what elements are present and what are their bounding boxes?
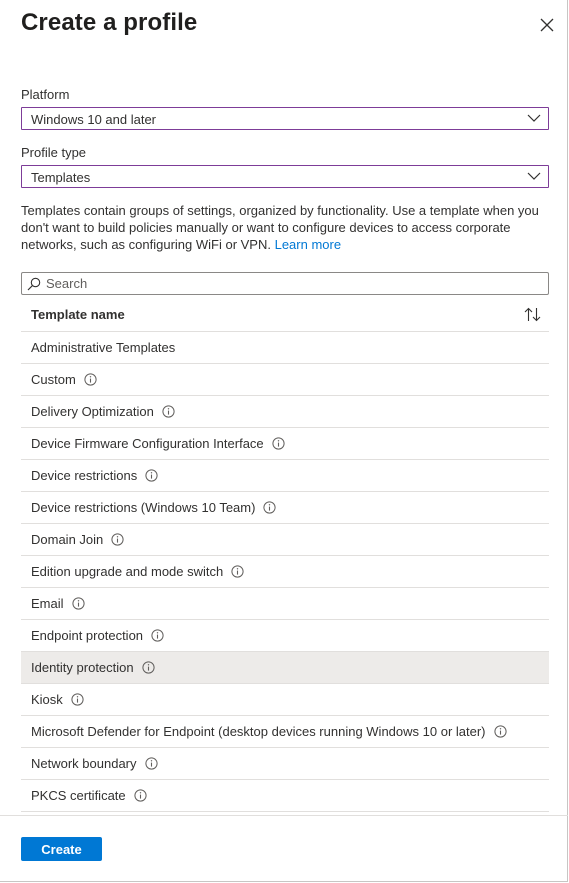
table-row[interactable]: Microsoft Defender for Endpoint (desktop… — [21, 716, 549, 748]
table-row[interactable]: Network boundary — [21, 748, 549, 780]
profile-type-dropdown[interactable]: Templates — [21, 165, 549, 188]
table-header: Template name — [21, 298, 549, 332]
info-icon[interactable] — [71, 597, 85, 610]
platform-label: Platform — [21, 87, 70, 102]
table-row[interactable]: Device restrictions — [21, 460, 549, 492]
info-icon[interactable] — [145, 469, 158, 482]
template-name: Administrative Templates — [31, 340, 176, 355]
create-button[interactable]: Create — [21, 837, 102, 861]
page-title: Create a profile — [21, 9, 198, 36]
search-input[interactable] — [46, 274, 541, 293]
template-name: Device restrictions — [31, 468, 138, 483]
template-name: Microsoft Defender for Endpoint (desktop… — [31, 724, 486, 739]
info-icon[interactable] — [84, 373, 97, 386]
table-row[interactable]: Endpoint protection — [21, 620, 549, 652]
sort-icon[interactable] — [524, 307, 541, 322]
search-icon — [27, 277, 41, 291]
template-name: Device restrictions (Windows 10 Team) — [31, 500, 256, 515]
template-name: Endpoint protection — [31, 628, 144, 643]
template-name: Kiosk — [31, 692, 63, 707]
learn-more-link[interactable]: Learn more — [275, 237, 341, 252]
info-icon[interactable] — [71, 693, 84, 706]
info-icon[interactable] — [493, 725, 507, 738]
template-name: PKCS certificate — [31, 788, 126, 803]
template-name: Network boundary — [31, 756, 137, 771]
info-icon[interactable] — [162, 405, 175, 418]
info-icon[interactable] — [111, 533, 124, 546]
search-box[interactable] — [21, 272, 549, 295]
column-header-template-name[interactable]: Template name — [31, 307, 125, 322]
info-icon[interactable] — [134, 789, 147, 802]
platform-value: Windows 10 and later — [31, 112, 157, 127]
info-icon[interactable] — [144, 757, 158, 770]
close-icon[interactable] — [537, 15, 557, 35]
template-name: Edition upgrade and mode switch — [31, 564, 224, 579]
info-icon[interactable] — [272, 437, 285, 450]
info-icon[interactable] — [231, 565, 244, 578]
table-body: Administrative Templates Custom Delivery O… — [21, 332, 549, 812]
footer-divider — [0, 815, 568, 816]
platform-dropdown[interactable]: Windows 10 and later — [21, 107, 549, 130]
profile-type-value: Templates — [31, 170, 91, 185]
table-row[interactable]: Identity protection — [21, 652, 549, 684]
template-name: Delivery Optimization — [31, 404, 154, 419]
profile-type-label: Profile type — [21, 145, 87, 160]
chevron-down-icon — [527, 114, 541, 122]
table-row[interactable]: Edition upgrade and mode switch — [21, 556, 549, 588]
table-row[interactable]: Domain Join — [21, 524, 549, 556]
template-name: Custom — [31, 372, 76, 387]
create-profile-panel: Create a profile Platform Windows 10 and… — [0, 0, 568, 882]
table-row[interactable]: Delivery Optimization — [21, 396, 549, 428]
info-icon[interactable] — [151, 629, 164, 642]
template-table: Template name Administrative Templates Cu… — [21, 298, 549, 812]
table-row[interactable]: Email — [21, 588, 549, 620]
info-icon[interactable] — [142, 661, 155, 674]
templates-description: Templates contain groups of settings, or… — [21, 202, 551, 253]
template-name: Identity protection — [31, 660, 134, 675]
table-row[interactable]: Device restrictions (Windows 10 Team) — [21, 492, 549, 524]
info-icon[interactable] — [263, 501, 277, 514]
template-name: Email — [31, 596, 64, 611]
table-row[interactable]: PKCS certificate — [21, 780, 549, 812]
chevron-down-icon — [527, 172, 541, 180]
table-row[interactable]: Custom — [21, 364, 549, 396]
template-name: Domain Join — [31, 532, 104, 547]
table-row[interactable]: Administrative Templates — [21, 332, 549, 364]
table-row[interactable]: Device Firmware Configuration Interface — [21, 428, 549, 460]
table-row[interactable]: Kiosk — [21, 684, 549, 716]
template-name: Device Firmware Configuration Interface — [31, 436, 264, 451]
